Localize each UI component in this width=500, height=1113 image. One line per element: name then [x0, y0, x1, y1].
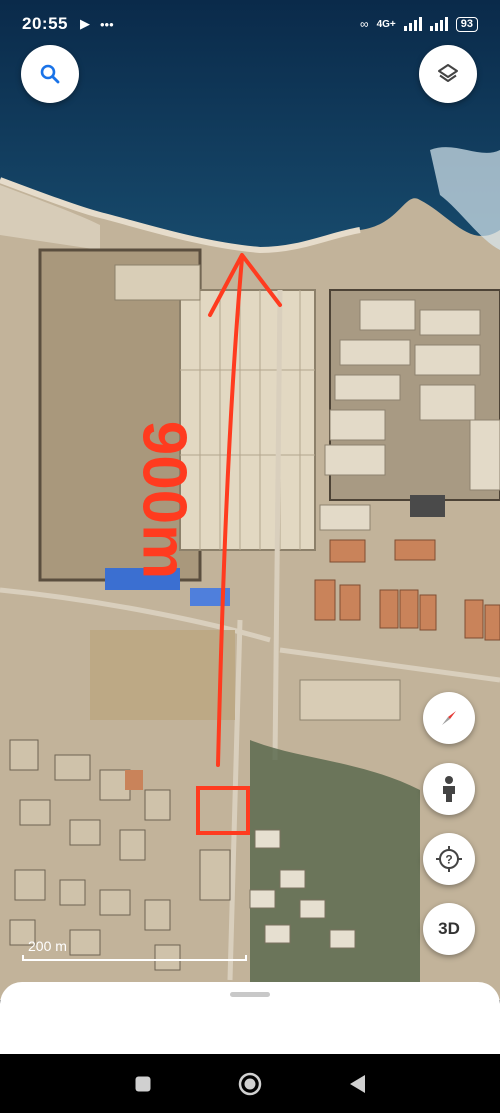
- map-scale: 200 m: [22, 938, 247, 961]
- signal-icon-2: [429, 17, 448, 31]
- street-view-person-icon: [443, 776, 455, 802]
- recents-button[interactable]: [123, 1064, 163, 1104]
- navigation-bar: [0, 1054, 500, 1113]
- network-type: 4G+: [376, 18, 396, 30]
- back-icon: [349, 1074, 365, 1093]
- play-icon: ▶: [79, 16, 90, 31]
- 3d-button[interactable]: 3D: [423, 903, 475, 955]
- signal-icon: [403, 17, 422, 31]
- svg-text:?: ?: [445, 853, 452, 867]
- battery-level: 93: [455, 16, 478, 32]
- compass-icon: [442, 711, 456, 725]
- bottom-sheet[interactable]: [0, 982, 500, 1054]
- scale-label: 200 m: [28, 938, 67, 954]
- status-bar: 20:55 ▶ ••• ∞ 4G+ 93: [0, 0, 500, 48]
- annotation-arrow-head: [208, 253, 282, 317]
- back-button[interactable]: [337, 1064, 377, 1104]
- link-icon: ∞: [360, 17, 369, 31]
- home-icon: [238, 1072, 262, 1095]
- annotation-arrow-shaft: [216, 256, 244, 767]
- home-button[interactable]: [230, 1064, 270, 1104]
- annotation-distance-label: 900m: [130, 421, 199, 580]
- help-location-icon: ?: [436, 846, 462, 872]
- help-button[interactable]: ?: [423, 833, 475, 885]
- layers-button[interactable]: [419, 45, 477, 103]
- scale-line: [22, 955, 247, 961]
- search-button[interactable]: [21, 45, 79, 103]
- more-dots-icon: •••: [99, 16, 114, 32]
- compass-button[interactable]: [423, 692, 475, 744]
- status-time: 20:55: [22, 14, 68, 33]
- search-icon: [40, 64, 60, 84]
- street-view-button[interactable]: [423, 763, 475, 815]
- sheet-drag-handle[interactable]: [230, 992, 270, 997]
- recents-icon: [135, 1076, 151, 1091]
- annotation-target-box: [196, 786, 250, 835]
- layers-icon: [438, 64, 458, 82]
